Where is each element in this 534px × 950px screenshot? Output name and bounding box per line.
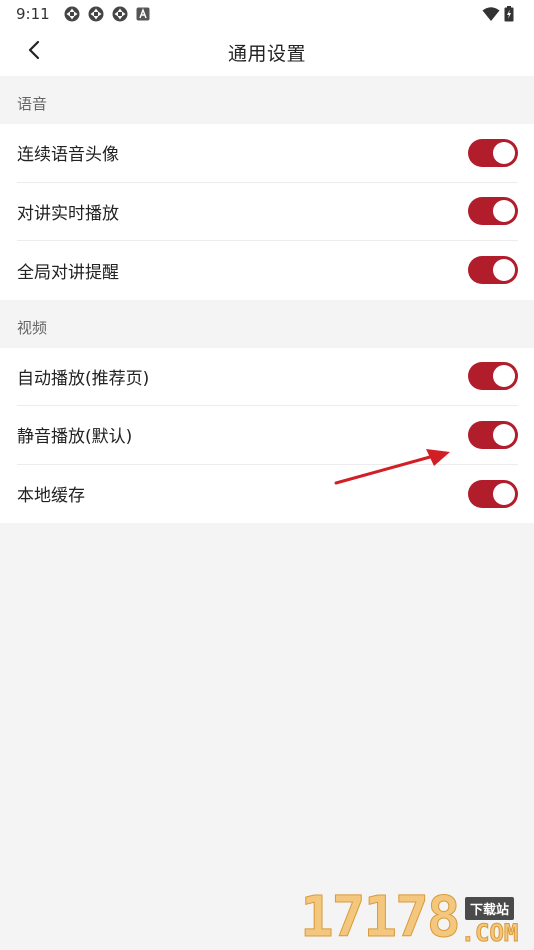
toggle-knob bbox=[493, 259, 515, 282]
toggle-knob bbox=[493, 141, 515, 164]
setting-label: 全局对讲提醒 bbox=[17, 262, 119, 283]
watermark-digits: 17178 bbox=[300, 885, 462, 950]
watermark-suffix: .COM bbox=[460, 919, 519, 947]
status-left: 9:11 bbox=[16, 5, 152, 23]
section-header-video: 视频 bbox=[17, 318, 48, 337]
wifi-icon bbox=[482, 6, 500, 22]
back-button[interactable] bbox=[22, 40, 46, 64]
toggle-knob bbox=[493, 482, 515, 505]
toggle-knob bbox=[493, 365, 515, 388]
toggle-switch[interactable] bbox=[468, 256, 518, 285]
status-right bbox=[482, 6, 520, 22]
setting-label: 对讲实时播放 bbox=[17, 203, 119, 224]
setting-label: 连续语音头像 bbox=[17, 145, 119, 166]
sync-icon bbox=[112, 6, 128, 22]
settings-group-video: 自动播放(推荐页) 静音播放(默认) 本地缓存 bbox=[0, 347, 534, 523]
settings-group-voice: 连续语音头像 对讲实时播放 全局对讲提醒 bbox=[0, 124, 534, 300]
toggle-switch[interactable] bbox=[468, 479, 518, 508]
toggle-knob bbox=[493, 200, 515, 223]
toggle-knob bbox=[493, 423, 515, 446]
setting-label: 自动播放(推荐页) bbox=[17, 368, 150, 389]
toggle-switch[interactable] bbox=[468, 138, 518, 167]
setting-row-continuous-voice-avatar: 连续语音头像 bbox=[17, 124, 518, 183]
toggle-switch[interactable] bbox=[468, 197, 518, 226]
a-app-icon bbox=[136, 6, 152, 22]
status-time: 9:11 bbox=[16, 5, 50, 23]
setting-label: 本地缓存 bbox=[17, 486, 85, 507]
section-header-voice: 语音 bbox=[17, 95, 48, 113]
setting-row-global-intercom-reminder: 全局对讲提醒 bbox=[17, 241, 518, 300]
setting-row-intercom-realtime-play: 对讲实时播放 bbox=[17, 183, 518, 241]
chevron-left-icon bbox=[27, 40, 41, 64]
annotation-arrow-icon bbox=[330, 440, 460, 490]
toggle-switch[interactable] bbox=[468, 420, 518, 449]
toggle-switch[interactable] bbox=[468, 362, 518, 391]
status-bar: 9:11 bbox=[0, 0, 534, 28]
watermark-logo: 17178 下载站 .COM bbox=[300, 884, 530, 948]
page-title: 通用设置 bbox=[227, 42, 306, 65]
setting-row-autoplay-recommended: 自动播放(推荐页) bbox=[17, 348, 518, 406]
setting-label: 静音播放(默认) bbox=[17, 427, 133, 448]
watermark-badge: 下载站 bbox=[464, 897, 514, 920]
app-header: 通用设置 bbox=[0, 28, 534, 76]
sync-icon bbox=[88, 6, 104, 22]
watermark-right: 下载站 .COM bbox=[460, 897, 519, 947]
battery-charging-icon bbox=[504, 6, 520, 22]
sync-icon bbox=[64, 6, 80, 22]
